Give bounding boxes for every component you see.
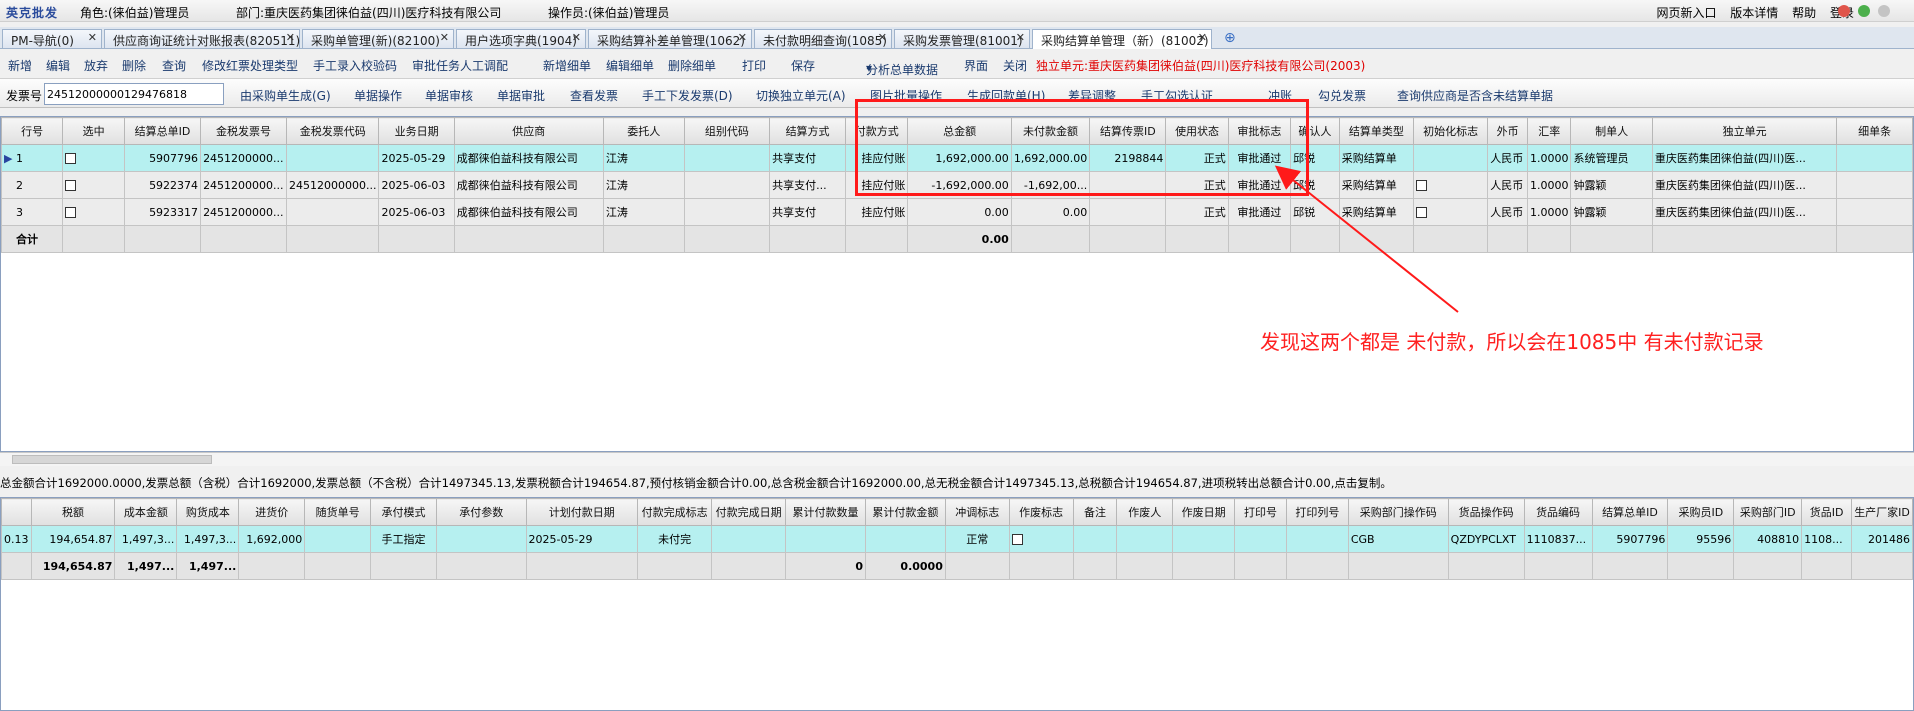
- annotation-note: 发现这两个都是 未付款，所以会在1085中 有未付款记录: [1260, 330, 1764, 354]
- annotation-arrow: [1274, 165, 1459, 313]
